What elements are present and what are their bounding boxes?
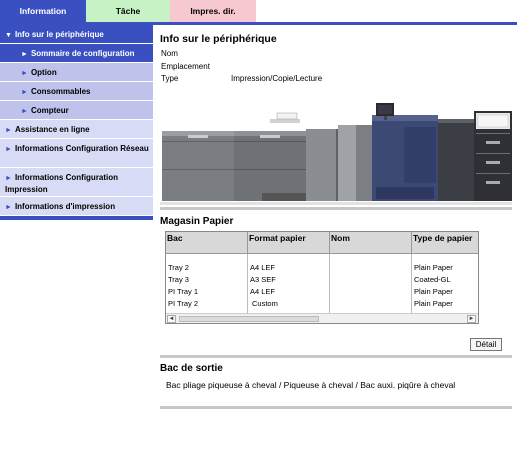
column-header-format: Format papier bbox=[248, 232, 330, 254]
column-divider bbox=[329, 254, 330, 314]
scrollbar-thumb[interactable] bbox=[179, 316, 319, 322]
sidebar-item-print-info[interactable]: ► Informations d'impression bbox=[0, 197, 153, 216]
triangle-right-icon: ► bbox=[21, 89, 28, 96]
table-cell: A4 LEF bbox=[250, 263, 276, 272]
field-label: Emplacement bbox=[161, 62, 210, 71]
table-cell: Plain Paper bbox=[414, 287, 453, 296]
printer-system-illustration bbox=[160, 103, 512, 205]
output-tray-value: Bac pliage piqueuse à cheval / Piqueuse … bbox=[166, 380, 456, 390]
section-divider bbox=[160, 207, 512, 210]
column-header-paper-type: Type de papier bbox=[412, 232, 478, 254]
tab-tache[interactable]: Tâche bbox=[86, 0, 170, 22]
column-header-tray: Bac bbox=[166, 232, 248, 254]
triangle-right-icon: ► bbox=[5, 127, 12, 134]
table-cell: Plain Paper bbox=[414, 299, 453, 308]
triangle-right-icon: ► bbox=[21, 108, 28, 115]
sidebar-bottom-bar bbox=[0, 216, 153, 220]
detail-button[interactable]: Détail bbox=[470, 338, 502, 351]
triangle-right-icon: ► bbox=[21, 51, 28, 58]
field-location: Emplacement bbox=[161, 62, 210, 71]
sidebar-item-label: Informations d'impression bbox=[14, 202, 116, 211]
table-cell: Plain Paper bbox=[414, 263, 453, 272]
sidebar-item-consumables[interactable]: ► Consommables bbox=[0, 82, 153, 101]
sidebar-item-label: Consommables bbox=[30, 87, 91, 96]
sidebar-item-label: Info sur le périphérique bbox=[14, 30, 104, 39]
output-tray-title: Bac de sortie bbox=[160, 363, 223, 374]
horizontal-scrollbar[interactable]: ◄ ► bbox=[166, 313, 478, 323]
triangle-right-icon: ► bbox=[5, 146, 12, 153]
field-type: Type Impression/Copie/Lecture bbox=[161, 74, 322, 83]
sidebar: ▼ Info sur le périphérique ► Sommaire de c… bbox=[0, 25, 153, 220]
table-cell: Custom bbox=[252, 299, 278, 308]
table-cell: Coated-GL bbox=[414, 275, 451, 284]
field-value: Impression/Copie/Lecture bbox=[231, 74, 323, 83]
sidebar-item-label: Compteur bbox=[30, 106, 69, 115]
column-divider bbox=[411, 254, 412, 314]
tab-impres-dir[interactable]: Impres. dir. bbox=[170, 0, 256, 22]
section-divider bbox=[160, 406, 512, 409]
triangle-right-icon: ► bbox=[5, 204, 12, 211]
field-label: Nom bbox=[161, 49, 178, 58]
sidebar-item-config-summary[interactable]: ► Sommaire de configuration bbox=[0, 44, 153, 63]
paper-tray-table: Bac Format papier Nom Type de papier Tra… bbox=[165, 231, 479, 324]
top-tabs: Information Tâche Impres. dir. bbox=[0, 0, 517, 25]
page-title: Info sur le périphérique bbox=[160, 33, 277, 45]
column-divider bbox=[247, 254, 248, 314]
scroll-left-icon[interactable]: ◄ bbox=[167, 315, 176, 323]
column-header-name: Nom bbox=[330, 232, 412, 254]
table-cell: Tray 3 bbox=[168, 275, 189, 284]
field-name: Nom bbox=[161, 49, 178, 58]
sidebar-item-print-config[interactable]: ► Informations Configuration Impression bbox=[0, 168, 153, 197]
sidebar-item-label: Sommaire de configuration bbox=[30, 49, 135, 58]
sidebar-item-label: Informations Configuration Impression bbox=[5, 173, 119, 194]
sidebar-item-network-config[interactable]: ► Informations Configuration Réseau bbox=[0, 139, 153, 168]
field-label: Type bbox=[161, 74, 179, 83]
triangle-right-icon: ► bbox=[5, 175, 12, 182]
scroll-right-icon[interactable]: ► bbox=[467, 315, 476, 323]
triangle-right-icon: ► bbox=[21, 70, 28, 77]
paper-tray-title: Magasin Papier bbox=[160, 216, 234, 227]
table-cell: A3 SEF bbox=[250, 275, 276, 284]
sidebar-item-device-info[interactable]: ▼ Info sur le périphérique bbox=[0, 25, 153, 44]
sidebar-item-online-assistance[interactable]: ► Assistance en ligne bbox=[0, 120, 153, 139]
sidebar-item-counter[interactable]: ► Compteur bbox=[0, 101, 153, 120]
sidebar-item-label: Option bbox=[30, 68, 57, 77]
triangle-down-icon: ▼ bbox=[5, 32, 12, 39]
table-cell: A4 LEF bbox=[250, 287, 276, 296]
sidebar-item-option[interactable]: ► Option bbox=[0, 63, 153, 82]
section-divider bbox=[160, 355, 512, 358]
table-cell: PI Tray 2 bbox=[168, 299, 199, 308]
sidebar-item-label: Informations Configuration Réseau bbox=[14, 144, 149, 153]
sidebar-item-label: Assistance en ligne bbox=[14, 125, 90, 134]
table-cell: PI Tray 1 bbox=[168, 287, 199, 296]
table-cell: Tray 2 bbox=[168, 263, 189, 272]
